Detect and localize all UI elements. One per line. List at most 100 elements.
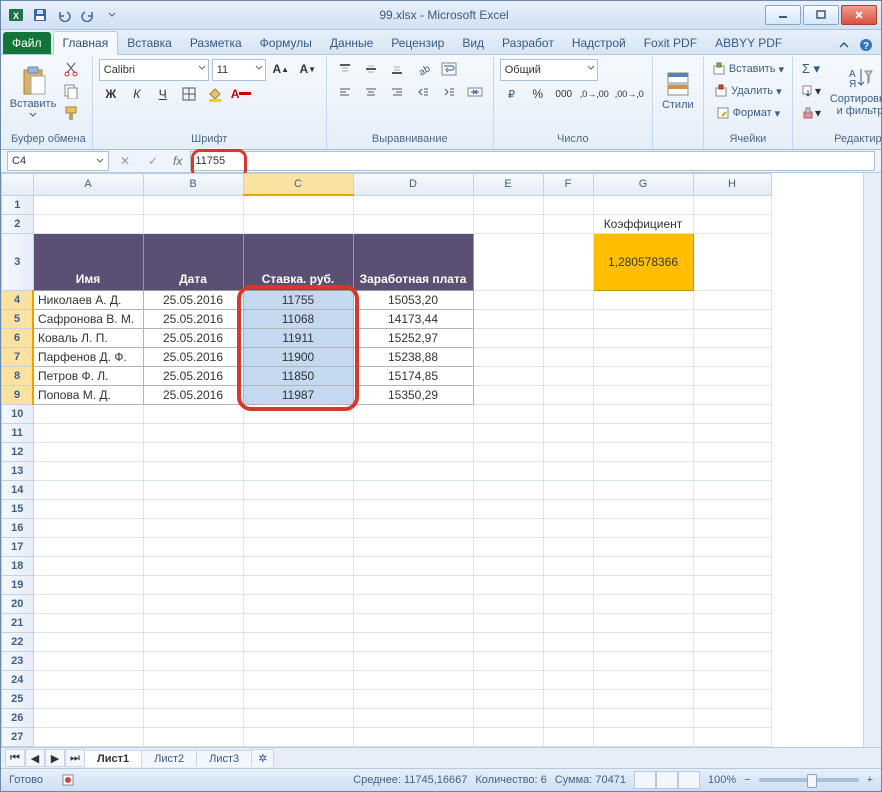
cell-G9[interactable] [593,386,693,405]
cell-A5[interactable]: Сафронова В. М. [33,310,143,329]
cell-C3[interactable]: Ставка. руб. [243,234,353,291]
cell-A14[interactable] [33,481,143,500]
cell-A13[interactable] [33,462,143,481]
cell-A9[interactable]: Попова М. Д. [33,386,143,405]
cell-F11[interactable] [543,424,593,443]
worksheet-grid[interactable]: ABCDEFGH12Коэффициент3ИмяДатаСтавка. руб… [1,173,863,747]
formula-input[interactable]: 11755 [190,151,875,171]
cell-F25[interactable] [543,690,593,709]
cell-G27[interactable] [593,728,693,747]
format-cells-button[interactable]: Формат ▾ [710,103,786,123]
qat-dropdown-icon[interactable] [101,5,123,25]
cell-C8[interactable]: 11850 [243,367,353,386]
cell-E1[interactable] [473,195,543,215]
cell-E18[interactable] [473,557,543,576]
cell-B16[interactable] [143,519,243,538]
row-header-14[interactable]: 14 [2,481,34,500]
cell-H21[interactable] [693,614,771,633]
cell-C2[interactable] [243,215,353,234]
cell-H16[interactable] [693,519,771,538]
cell-G1[interactable] [593,195,693,215]
row-header-12[interactable]: 12 [2,443,34,462]
sheet-nav-last-icon[interactable]: ⏭ [65,749,85,767]
cell-G19[interactable] [593,576,693,595]
cell-A2[interactable] [33,215,143,234]
macro-record-icon[interactable] [61,773,75,787]
cell-F16[interactable] [543,519,593,538]
zoom-out-icon[interactable]: − [744,774,750,786]
close-button[interactable] [841,5,877,25]
cell-G5[interactable] [593,310,693,329]
cell-F8[interactable] [543,367,593,386]
cell-A26[interactable] [33,709,143,728]
row-header-26[interactable]: 26 [2,709,34,728]
cut-icon[interactable] [59,59,83,79]
cell-H4[interactable] [693,291,771,310]
cell-E6[interactable] [473,329,543,348]
sheet-nav-first-icon[interactable]: ⏮ [5,749,25,767]
font-size-select[interactable]: 11 [212,59,266,81]
cell-E8[interactable] [473,367,543,386]
cell-C13[interactable] [243,462,353,481]
percent-icon[interactable]: % [526,84,550,104]
cell-B10[interactable] [143,405,243,424]
cell-E4[interactable] [473,291,543,310]
cell-B1[interactable] [143,195,243,215]
sheet-nav-prev-icon[interactable]: ◀ [25,749,45,767]
cell-D1[interactable] [353,195,473,215]
cell-H18[interactable] [693,557,771,576]
clear-icon[interactable]: ▾ [799,103,823,123]
cell-F10[interactable] [543,405,593,424]
col-header-G[interactable]: G [593,174,693,196]
cell-F18[interactable] [543,557,593,576]
increase-decimal-icon[interactable]: ,0→,00 [578,84,611,104]
cell-B8[interactable]: 25.05.2016 [143,367,243,386]
vertical-scrollbar[interactable] [863,173,881,747]
cell-A1[interactable] [33,195,143,215]
cell-F7[interactable] [543,348,593,367]
cell-E22[interactable] [473,633,543,652]
cell-A6[interactable]: Коваль Л. П. [33,329,143,348]
align-center-icon[interactable] [359,82,383,102]
align-middle-icon[interactable] [359,59,383,79]
cell-D3[interactable]: Заработная плата [353,234,473,291]
cell-G6[interactable] [593,329,693,348]
select-all-corner[interactable] [2,174,34,196]
cell-D17[interactable] [353,538,473,557]
cell-E16[interactable] [473,519,543,538]
sort-filter-button[interactable]: АЯ Сортировка и фильтр [827,59,882,123]
increase-indent-icon[interactable] [437,82,461,102]
cell-H6[interactable] [693,329,771,348]
cell-B24[interactable] [143,671,243,690]
cell-A4[interactable]: Николаев А. Д. [33,291,143,310]
cell-C25[interactable] [243,690,353,709]
cell-A24[interactable] [33,671,143,690]
decrease-decimal-icon[interactable]: ,00→,0 [613,84,646,104]
sheet-tab-3[interactable]: Лист3 [196,750,252,767]
row-header-10[interactable]: 10 [2,405,34,424]
wrap-text-icon[interactable] [437,59,461,79]
cell-B19[interactable] [143,576,243,595]
cell-F6[interactable] [543,329,593,348]
cell-C20[interactable] [243,595,353,614]
tab-addins[interactable]: Надстрой [563,32,635,54]
cell-D11[interactable] [353,424,473,443]
cell-B6[interactable]: 25.05.2016 [143,329,243,348]
cell-G25[interactable] [593,690,693,709]
cell-G8[interactable] [593,367,693,386]
cell-D7[interactable]: 15238,88 [353,348,473,367]
excel-icon[interactable]: X [5,5,27,25]
cell-G14[interactable] [593,481,693,500]
sheet-nav-next-icon[interactable]: ▶ [45,749,65,767]
cell-E9[interactable] [473,386,543,405]
cell-C26[interactable] [243,709,353,728]
sheet-tab-1[interactable]: Лист1 [84,750,142,767]
borders-icon[interactable] [177,84,201,104]
cell-D6[interactable]: 15252,97 [353,329,473,348]
cell-C16[interactable] [243,519,353,538]
cell-D13[interactable] [353,462,473,481]
cell-A3[interactable]: Имя [33,234,143,291]
cell-C15[interactable] [243,500,353,519]
cell-D21[interactable] [353,614,473,633]
cell-A25[interactable] [33,690,143,709]
